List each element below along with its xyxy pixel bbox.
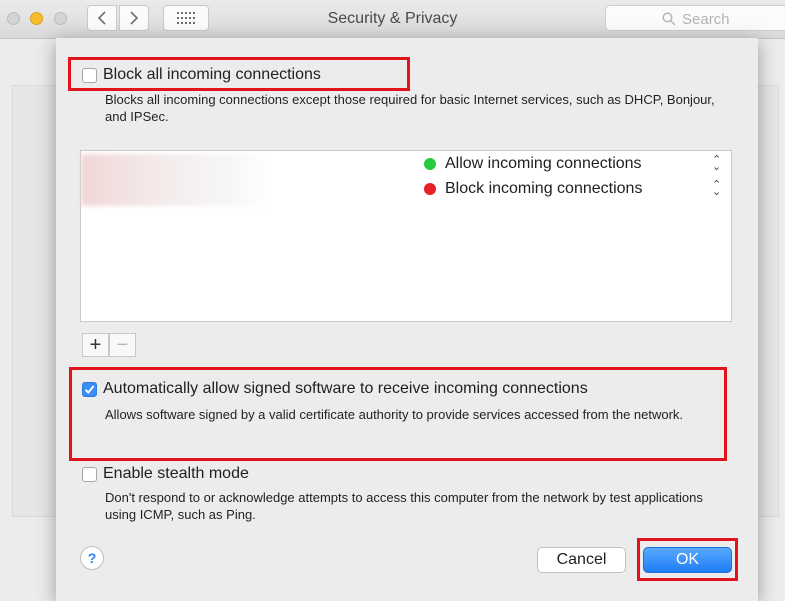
- allow-status-label[interactable]: Allow incoming connections: [445, 155, 642, 173]
- remove-app-button[interactable]: −: [109, 333, 136, 357]
- search-placeholder: Search: [682, 11, 730, 28]
- block-all-description: Blocks all incoming connections except t…: [105, 92, 715, 124]
- allow-status-dot: [424, 158, 436, 170]
- checkmark-icon: [84, 385, 95, 395]
- block-all-label[interactable]: Block all incoming connections: [103, 66, 321, 84]
- blurred-app-entries: [81, 154, 271, 206]
- help-button[interactable]: ?: [80, 546, 104, 570]
- block-status-stepper-icon[interactable]: ⌃ ⌄: [712, 180, 721, 198]
- app-list[interactable]: [80, 150, 732, 322]
- stealth-mode-label[interactable]: Enable stealth mode: [103, 465, 249, 483]
- block-status-label[interactable]: Block incoming connections: [445, 180, 642, 198]
- search-icon: [662, 12, 676, 26]
- block-all-checkbox[interactable]: [82, 68, 97, 83]
- cancel-button[interactable]: Cancel: [537, 547, 626, 573]
- title-bar: Security & Privacy Search: [0, 0, 785, 39]
- block-status-dot: [424, 183, 436, 195]
- allow-status-stepper-icon[interactable]: ⌃ ⌄: [712, 155, 721, 173]
- auto-allow-signed-description: Allows software signed by a valid certif…: [105, 407, 684, 422]
- stealth-mode-checkbox[interactable]: [82, 467, 97, 482]
- add-app-button[interactable]: +: [82, 333, 109, 357]
- search-field[interactable]: Search: [605, 5, 785, 31]
- auto-allow-signed-label[interactable]: Automatically allow signed software to r…: [103, 380, 588, 398]
- stealth-mode-description: Don't respond to or acknowledge attempts…: [105, 490, 703, 522]
- ok-button[interactable]: OK: [643, 547, 732, 573]
- auto-allow-signed-checkbox[interactable]: [82, 382, 97, 397]
